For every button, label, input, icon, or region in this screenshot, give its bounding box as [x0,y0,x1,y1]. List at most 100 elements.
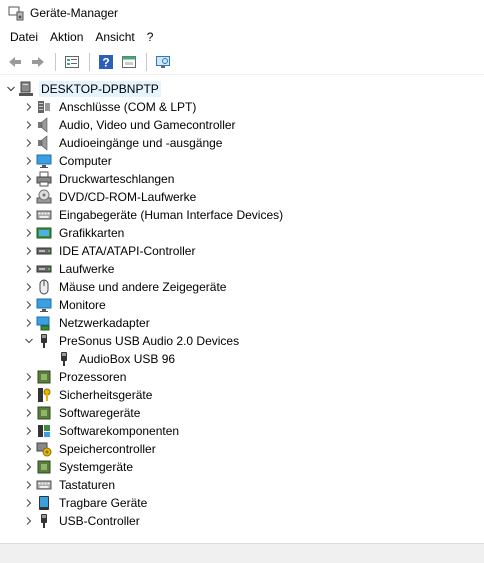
tree-root-label: DESKTOP-DPBNPTP [39,81,161,97]
tree-category[interactable]: Softwaregeräte [22,404,142,422]
tree-category[interactable]: Anschlüsse (COM & LPT) [22,98,198,116]
tree-category[interactable]: Druckwarteschlangen [22,170,176,188]
tree-category[interactable]: Computer [22,152,114,170]
chevron-right-icon[interactable] [22,224,36,242]
tree-category-label: Softwarekomponenten [59,424,180,438]
chevron-right-icon[interactable] [22,242,36,260]
chevron-right-icon[interactable] [22,116,36,134]
chevron-right-icon[interactable] [22,134,36,152]
menu-file[interactable]: Datei [4,27,44,47]
tree-category[interactable]: Grafikkarten [22,224,126,242]
chevron-right-icon[interactable] [22,440,36,458]
tree-category-label: Laufwerke [59,262,115,276]
usb-icon [36,513,52,529]
tree-category[interactable]: Audioeingänge und -ausgänge [22,134,224,152]
properties-icon [65,55,79,68]
chevron-right-icon[interactable] [22,98,36,116]
tree-category-label: Monitore [59,298,106,312]
chevron-right-icon[interactable] [22,494,36,512]
chevron-right-icon[interactable] [22,152,36,170]
keyboard-icon [36,477,52,493]
tree-device[interactable]: AudioBox USB 96 [56,350,177,368]
update-driver-button[interactable] [118,51,140,73]
toolbar: ? [0,49,484,75]
chevron-down-icon[interactable] [22,332,36,350]
tree-category-label: Anschlüsse (COM & LPT) [59,100,197,114]
chevron-right-icon[interactable] [22,422,36,440]
tree-category[interactable]: Monitore [22,296,108,314]
chevron-right-icon[interactable] [22,404,36,422]
tree-category[interactable]: USB-Controller [22,512,142,530]
tree-category[interactable]: Eingabegeräte (Human Interface Devices) [22,206,285,224]
tree-category-label: Speichercontroller [59,442,156,456]
tree-category[interactable]: Prozessoren [22,368,128,386]
tree-category[interactable]: Softwarekomponenten [22,422,181,440]
tree-category[interactable]: IDE ATA/ATAPI-Controller [22,242,197,260]
chevron-right-icon[interactable] [22,314,36,332]
tree-category[interactable]: Tastaturen [22,476,117,494]
chevron-right-icon[interactable] [22,260,36,278]
tree-category[interactable]: Laufwerke [22,260,116,278]
tree-category[interactable]: DVD/CD-ROM-Laufwerke [22,188,198,206]
menu-view[interactable]: Ansicht [89,27,140,47]
tree-category[interactable]: Systemgeräte [22,458,135,476]
tree-category-label: DVD/CD-ROM-Laufwerke [59,190,197,204]
drive-icon [36,261,52,277]
forward-button[interactable] [27,51,49,73]
network-icon [36,315,52,331]
chip-icon [36,405,52,421]
port-icon [36,99,52,115]
back-button[interactable] [4,51,26,73]
mouse-icon [36,279,52,295]
portable-device-icon [36,495,52,511]
tree-category-label: Softwaregeräte [59,406,141,420]
toolbar-separator [55,52,56,71]
monitor-icon [36,297,52,313]
tree-category[interactable]: Netzwerkadapter [22,314,152,332]
chevron-down-icon[interactable] [4,80,18,98]
properties-button[interactable] [61,51,83,73]
tree-root-computer[interactable]: DESKTOP-DPBNPTP [4,80,161,98]
menu-action[interactable]: Aktion [44,27,89,47]
tree-category-label: Prozessoren [59,370,127,384]
svg-text:?: ? [102,55,109,69]
help-button[interactable]: ? [95,51,117,73]
toolbar-separator [89,52,90,71]
tree-category[interactable]: Tragbare Geräte [22,494,149,512]
tree-category-label: Computer [59,154,112,168]
tree-category[interactable]: PreSonus USB Audio 2.0 Devices [22,332,241,350]
tree-category-label: USB-Controller [59,514,140,528]
tree-device-label: AudioBox USB 96 [79,352,176,366]
toolbar-separator [146,52,147,71]
scan-hardware-icon [156,55,170,68]
tree-category[interactable]: Speichercontroller [22,440,158,458]
chevron-right-icon[interactable] [22,386,36,404]
tree-category[interactable]: Mäuse und andere Zeigegeräte [22,278,228,296]
tree-category[interactable]: Sicherheitsgeräte [22,386,154,404]
chevron-right-icon[interactable] [22,296,36,314]
chevron-right-icon[interactable] [22,476,36,494]
chevron-right-icon[interactable] [22,188,36,206]
speaker-icon [36,135,52,151]
tree-category-label: IDE ATA/ATAPI-Controller [59,244,196,258]
status-bar [0,543,484,563]
tree-category[interactable]: Audio, Video und Gamecontroller [22,116,238,134]
usb-icon [56,351,72,367]
chevron-right-icon[interactable] [22,512,36,530]
tree-category-label: Systemgeräte [59,460,134,474]
printer-icon [36,171,52,187]
tree-category-label: Tragbare Geräte [59,496,148,510]
tree-category-label: Sicherheitsgeräte [59,388,153,402]
menu-help[interactable]: ? [141,27,160,47]
device-tree: DESKTOP-DPBNPTP Anschlüsse (COM & LPT) Au… [0,78,484,540]
chevron-right-icon[interactable] [22,206,36,224]
chevron-right-icon[interactable] [22,458,36,476]
chevron-right-icon[interactable] [22,170,36,188]
chevron-right-icon[interactable] [22,278,36,296]
chevron-right-icon[interactable] [22,368,36,386]
scan-hardware-button[interactable] [152,51,174,73]
puzzle-icon [36,423,52,439]
tree-category-label: Audio, Video und Gamecontroller [59,118,236,132]
key-icon [36,387,52,403]
tree-category-label: Grafikkarten [59,226,125,240]
